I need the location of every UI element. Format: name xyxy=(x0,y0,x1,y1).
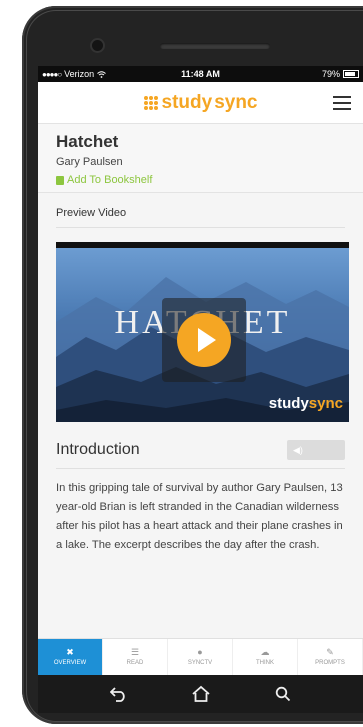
preview-video-player[interactable]: HATCHET studysync xyxy=(56,242,349,422)
video-watermark: studysync xyxy=(268,395,343,412)
book-title: Hatchet xyxy=(56,132,119,151)
add-to-bookshelf-label: Add To Bookshelf xyxy=(67,174,153,186)
speaker-grille xyxy=(160,43,270,49)
tab-prompts[interactable]: ✎ PROMPTS xyxy=(298,639,363,675)
hamburger-menu-icon[interactable] xyxy=(333,96,351,110)
synctv-icon: ● xyxy=(197,647,203,657)
book-icon xyxy=(56,175,64,185)
play-button[interactable] xyxy=(162,298,246,382)
speaker-icon: ◀) xyxy=(293,445,303,455)
play-icon xyxy=(177,313,231,367)
prompts-icon: ✎ xyxy=(326,647,334,657)
read-icon: ☰ xyxy=(130,647,140,657)
back-icon[interactable] xyxy=(109,686,128,702)
book-header: Hatchet Gary Paulsen Add To Bookshelf xyxy=(38,124,363,193)
camera-icon xyxy=(92,40,103,51)
book-author: Gary Paulsen xyxy=(56,156,123,168)
tab-synctv[interactable]: ● SYNCTV xyxy=(168,639,233,675)
logo-sync: sync xyxy=(214,91,258,113)
status-time: 11:48 AM xyxy=(181,69,220,79)
preview-video-heading: Preview Video xyxy=(56,193,345,228)
logo-dots-icon xyxy=(143,95,158,110)
overview-icon: ✖ xyxy=(66,647,74,657)
logo-study: study xyxy=(161,91,213,113)
introduction-heading: Introduction xyxy=(56,441,140,458)
studysync-logo[interactable]: study sync xyxy=(143,91,258,114)
android-nav-bar xyxy=(38,675,363,713)
introduction-header: Introduction ◀) xyxy=(56,440,345,469)
add-to-bookshelf-link[interactable]: Add To Bookshelf xyxy=(56,174,345,186)
audio-play-button[interactable]: ◀) xyxy=(287,440,345,460)
think-icon: ☁ xyxy=(260,647,270,657)
bottom-tab-bar: ✖ OVERVIEW ☰ READ ● SYNCTV ☁ THINK ✎ PRO… xyxy=(38,638,363,675)
tab-read[interactable]: ☰ READ xyxy=(103,639,168,675)
phone-screen: ●●●●○ Verizon 11:48 AM 79% study sync Hat… xyxy=(38,66,363,675)
status-bar: ●●●●○ Verizon 11:48 AM 79% xyxy=(38,66,363,82)
app-header: study sync xyxy=(38,82,363,124)
search-icon[interactable] xyxy=(275,686,291,702)
battery-icon xyxy=(343,70,359,78)
tab-overview[interactable]: ✖ OVERVIEW xyxy=(38,639,103,675)
tab-think[interactable]: ☁ THINK xyxy=(233,639,298,675)
introduction-text: In this gripping tale of survival by aut… xyxy=(56,482,343,551)
home-icon[interactable] xyxy=(191,685,211,703)
main-content: Preview Video HATCHET xyxy=(38,193,363,555)
